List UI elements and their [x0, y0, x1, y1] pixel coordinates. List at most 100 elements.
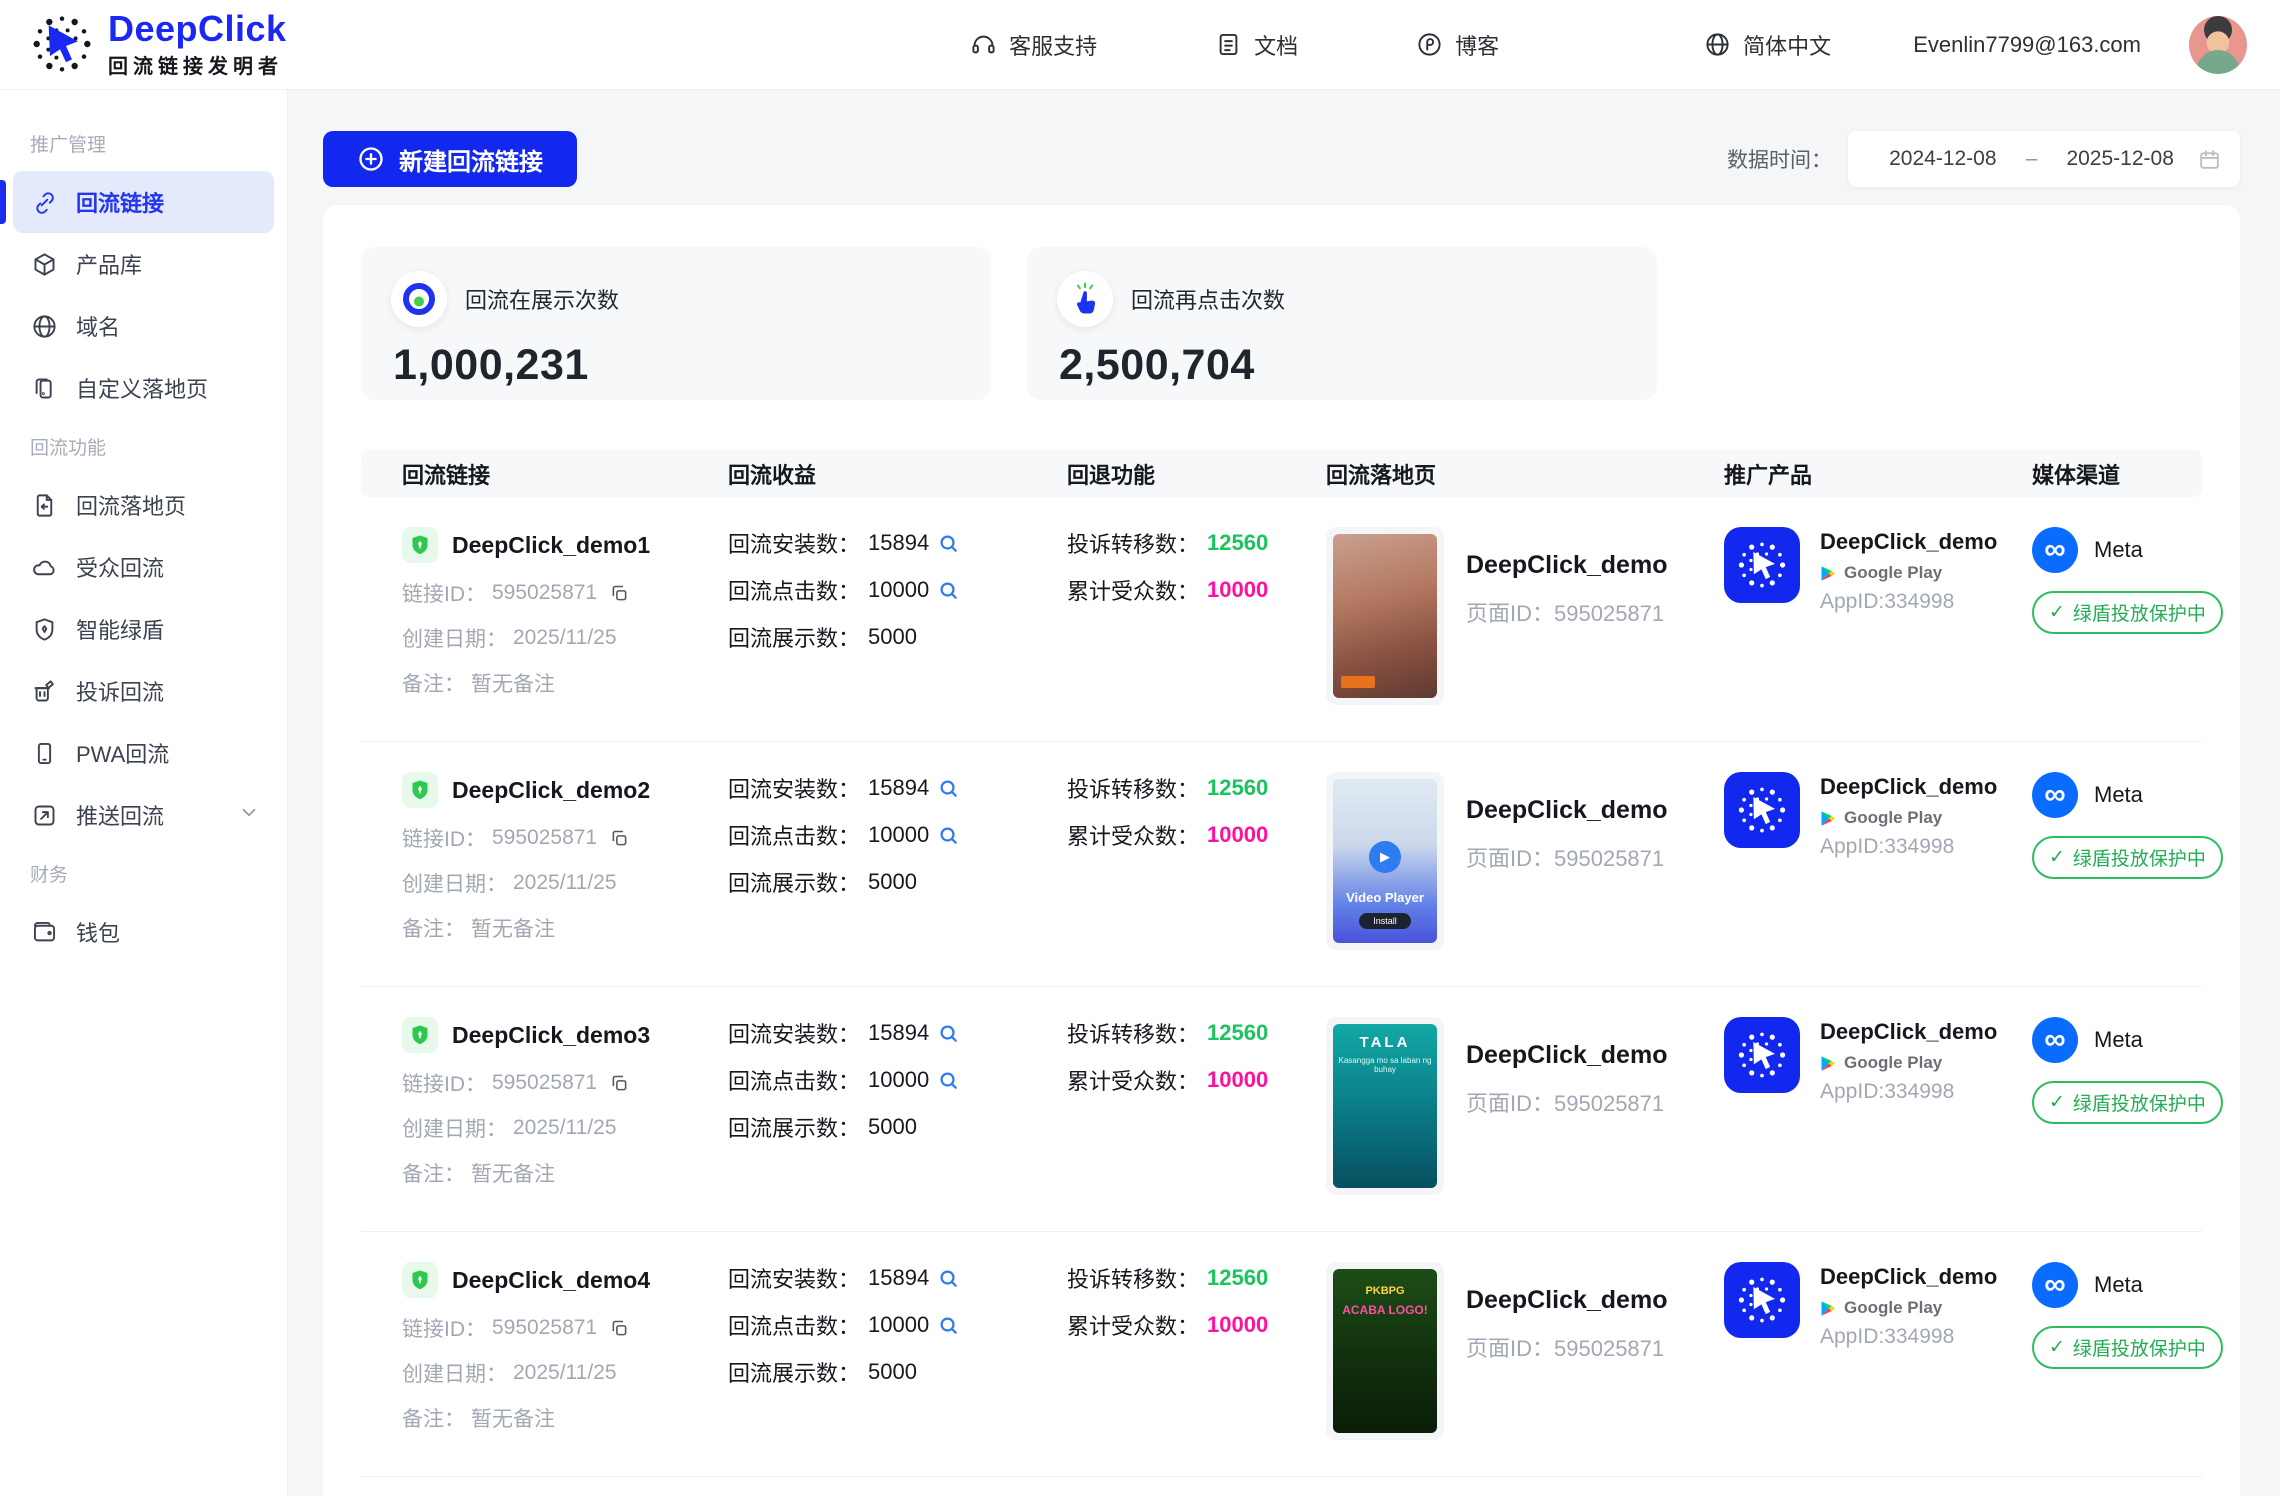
- sidebar-item-device[interactable]: 自定义落地页: [13, 357, 274, 419]
- chevron-down-icon[interactable]: [238, 801, 260, 829]
- deepclick-app-icon: [1724, 772, 1800, 848]
- stat-impressions-label: 回流在展示次数: [465, 283, 619, 315]
- landing-thumb-frame[interactable]: [1326, 527, 1444, 705]
- link-id-label: 链接ID：: [402, 1313, 486, 1343]
- sidebar-item-wallet[interactable]: 钱包: [13, 901, 274, 963]
- cell-fallback-function: 投诉转移数：12560 累计受众数：10000: [1067, 1017, 1326, 1231]
- magnifier-icon[interactable]: [937, 1069, 960, 1092]
- audience-value: 10000: [1207, 1312, 1268, 1338]
- landing-thumb-frame[interactable]: TALA Kasangga mo sa laban ng buhay: [1326, 1017, 1444, 1195]
- date-range-picker[interactable]: 2024-12-08 – 2025-12-08: [1848, 131, 2240, 187]
- note-value: 暂无备注: [471, 668, 555, 698]
- clicks-label: 回流点击数：: [728, 1309, 860, 1341]
- stat-impressions-value: 1,000,231: [393, 341, 961, 390]
- cell-fallback-function: 投诉转移数：12560 累计受众数：10000: [1067, 527, 1326, 741]
- audience-value: 10000: [1207, 822, 1268, 848]
- thumb-line1: PKBPG: [1365, 1285, 1404, 1297]
- created-value: 2025/11/25: [513, 626, 617, 650]
- magnifier-icon[interactable]: [937, 1314, 960, 1337]
- nav-support[interactable]: 客服支持: [970, 29, 1097, 61]
- brand-logo: DeepClick 回流链接发明者: [0, 10, 287, 80]
- nav-docs[interactable]: 文档: [1215, 29, 1298, 61]
- green-shield-protection-badge: ✓ 绿盾投放保护中: [2032, 1081, 2223, 1124]
- cell-backflow-revenue: 回流安装数：15894 回流点击数：10000 回流展示数：5000: [728, 527, 1067, 741]
- col-backflow-revenue: 回流收益: [728, 458, 1067, 490]
- cell-fallback-function: 投诉转移数：12560 累计受众数：10000: [1067, 772, 1326, 986]
- cell-promoted-product: DeepClick_demo Google Play AppID:334998: [1724, 1262, 2032, 1476]
- sidebar-item-page-return[interactable]: 回流落地页: [13, 474, 274, 536]
- cell-media-channel: ∞ Meta ✓ 绿盾投放保护中: [2032, 1262, 2223, 1476]
- magnifier-icon[interactable]: [937, 824, 960, 847]
- google-play-badge: Google Play: [1820, 1053, 1997, 1073]
- channel-name: Meta: [2094, 1272, 2143, 1298]
- brand-name: DeepClick: [108, 10, 287, 48]
- table-body: DeepClick_demo1 链接ID：595025871 创建日期：2025…: [361, 497, 2202, 1477]
- date-start-value[interactable]: 2024-12-08: [1866, 147, 2020, 171]
- click-hand-icon: [1057, 271, 1113, 327]
- table-row: DeepClick_demo1 链接ID：595025871 创建日期：2025…: [361, 497, 2202, 742]
- green-shield-protection-badge: ✓ 绿盾投放保护中: [2032, 836, 2223, 879]
- sidebar-item-label: 投诉回流: [76, 675, 164, 707]
- avatar[interactable]: [2189, 16, 2247, 74]
- sidebar-item-box[interactable]: 产品库: [13, 233, 274, 295]
- created-label: 创建日期：: [402, 868, 507, 898]
- sidebar-item-push[interactable]: 推送回流: [13, 784, 274, 846]
- google-play-label: Google Play: [1844, 808, 1942, 828]
- audience-label: 累计受众数：: [1067, 819, 1199, 851]
- magnifier-icon[interactable]: [937, 1022, 960, 1045]
- thumb-line1: Video Player: [1346, 890, 1424, 905]
- installs-value: 15894: [868, 775, 929, 801]
- copy-icon[interactable]: [603, 1318, 630, 1339]
- landing-thumb: TALA Kasangga mo sa laban ng buhay: [1333, 1024, 1437, 1188]
- landing-name: DeepClick_demo: [1466, 1041, 1667, 1070]
- cell-backflow-link: DeepClick_demo3 链接ID：595025871 创建日期：2025…: [402, 1017, 728, 1231]
- sidebar-item-link[interactable]: 回流链接: [13, 171, 274, 233]
- magnifier-icon[interactable]: [937, 579, 960, 602]
- note-value: 暂无备注: [471, 1403, 555, 1433]
- nav-docs-label: 文档: [1254, 29, 1298, 61]
- sidebar-item-label: 域名: [76, 310, 120, 342]
- magnifier-icon[interactable]: [937, 1267, 960, 1290]
- sidebar-item-label: 推送回流: [76, 799, 164, 831]
- language-switcher[interactable]: 简体中文: [1704, 29, 1831, 61]
- sidebar-item-label: 产品库: [76, 248, 142, 280]
- copy-icon[interactable]: [603, 1073, 630, 1094]
- table-row: DeepClick_demo4 链接ID：595025871 创建日期：2025…: [361, 1232, 2202, 1477]
- page-id-label: 页面ID：: [1466, 1091, 1554, 1116]
- impressions-value: 5000: [868, 624, 917, 650]
- copy-icon[interactable]: [603, 828, 630, 849]
- account-email[interactable]: Evenlin7799@163.com: [1913, 32, 2141, 58]
- landing-thumb-frame[interactable]: Video Player Install: [1326, 772, 1444, 950]
- installs-value: 15894: [868, 1265, 929, 1291]
- green-shield-protection-badge: ✓ 绿盾投放保护中: [2032, 1326, 2223, 1369]
- clicks-value: 10000: [868, 1312, 929, 1338]
- magnifier-icon[interactable]: [937, 532, 960, 555]
- content-panel: 回流在展示次数 1,000,231 回流再点击次数 2,500,704: [323, 205, 2240, 1496]
- audience-label: 累计受众数：: [1067, 1309, 1199, 1341]
- sidebar-item-cloud[interactable]: 受众回流: [13, 536, 274, 598]
- landing-thumb-frame[interactable]: PKBPG ACABA LOGO!: [1326, 1262, 1444, 1440]
- clicks-value: 10000: [868, 577, 929, 603]
- note-value: 暂无备注: [471, 913, 555, 943]
- created-label: 创建日期：: [402, 623, 507, 653]
- globe-icon: [31, 313, 58, 340]
- magnifier-icon[interactable]: [937, 777, 960, 800]
- installs-label: 回流安装数：: [728, 772, 860, 804]
- new-backflow-link-button[interactable]: 新建回流链接: [323, 131, 577, 187]
- sidebar-item-phone[interactable]: PWA回流: [13, 722, 274, 784]
- link-name: DeepClick_demo1: [452, 532, 650, 559]
- sidebar-item-shield[interactable]: 智能绿盾: [13, 598, 274, 660]
- nav-blog[interactable]: 博客: [1416, 29, 1499, 61]
- eye-icon: [391, 271, 447, 327]
- language-label: 简体中文: [1743, 29, 1831, 61]
- date-end-value[interactable]: 2025-12-08: [2043, 147, 2197, 171]
- impressions-label: 回流展示数：: [728, 621, 860, 653]
- sidebar-item-complaint[interactable]: 投诉回流: [13, 660, 274, 722]
- calendar-icon[interactable]: [2197, 147, 2222, 172]
- created-value: 2025/11/25: [513, 1361, 617, 1385]
- copy-icon[interactable]: [603, 583, 630, 604]
- google-play-icon: [1820, 810, 1836, 827]
- sidebar-item-globe[interactable]: 域名: [13, 295, 274, 357]
- headset-icon: [970, 31, 997, 58]
- impressions-label: 回流展示数：: [728, 1356, 860, 1388]
